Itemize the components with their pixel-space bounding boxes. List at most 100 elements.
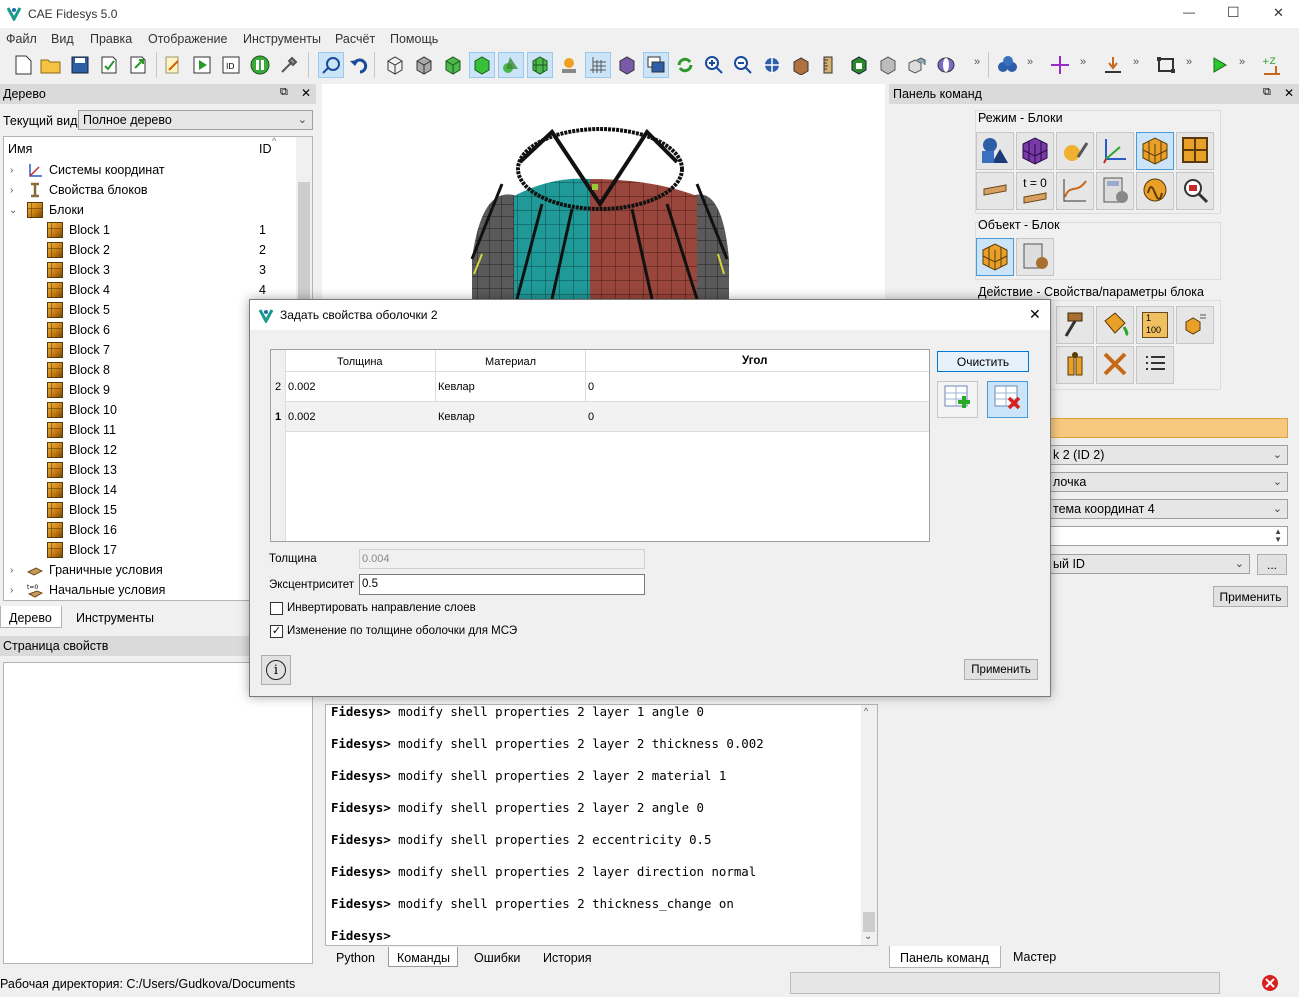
axes-grid-icon[interactable] bbox=[585, 52, 611, 78]
clear-button[interactable]: Очистить bbox=[937, 351, 1029, 372]
close-window-button[interactable]: ✕ bbox=[1273, 5, 1284, 21]
tree-item-block-props[interactable]: › Свойства блоков bbox=[0, 180, 296, 200]
tree-item-block[interactable]: Block 4 4 bbox=[0, 280, 296, 300]
new-file-icon[interactable] bbox=[10, 52, 36, 78]
tab-python[interactable]: Python bbox=[336, 951, 375, 965]
scroll-up-icon[interactable]: ^ bbox=[864, 706, 868, 716]
cluster-icon[interactable] bbox=[995, 52, 1021, 78]
cell-material[interactable]: Кевлар bbox=[438, 411, 475, 423]
tree-item-block[interactable]: Block 2 2 bbox=[0, 240, 296, 260]
action-paint-button[interactable] bbox=[1096, 306, 1134, 344]
tree-item-blocks[interactable]: ⌄ Блоки bbox=[0, 200, 296, 220]
perspective-icon[interactable] bbox=[614, 52, 640, 78]
run-script-icon[interactable] bbox=[189, 52, 215, 78]
copy-box-icon[interactable] bbox=[904, 52, 930, 78]
zoom-in-icon[interactable] bbox=[701, 52, 727, 78]
menu-edit[interactable]: Правка bbox=[90, 32, 132, 46]
scroll-down-icon[interactable]: ⌄ bbox=[864, 931, 872, 942]
expand-icon[interactable]: › bbox=[10, 185, 13, 196]
select-mode-icon[interactable] bbox=[318, 52, 344, 78]
info-button[interactable]: i bbox=[261, 655, 291, 685]
toolbar-overflow-6[interactable]: » bbox=[1239, 56, 1245, 68]
tree-header-id[interactable]: ID bbox=[259, 142, 272, 156]
close-panel-icon[interactable]: ✕ bbox=[1284, 86, 1294, 100]
id-icon[interactable]: ID bbox=[218, 52, 244, 78]
menu-help[interactable]: Помощь bbox=[390, 32, 438, 46]
mode-calc-button[interactable] bbox=[1096, 172, 1134, 210]
menu-calc[interactable]: Расчёт bbox=[335, 32, 375, 46]
tree-item-block[interactable]: Block 3 3 bbox=[0, 260, 296, 280]
expand-icon[interactable]: › bbox=[10, 565, 13, 576]
tree-item-block[interactable]: Block 1 1 bbox=[0, 220, 296, 240]
coord-select[interactable]: тема координат 4 ⌄ bbox=[1048, 499, 1288, 519]
mode-mesh-button[interactable] bbox=[1016, 132, 1054, 170]
delete-row-button[interactable] bbox=[987, 381, 1028, 418]
refresh-icon[interactable] bbox=[672, 52, 698, 78]
green-box-icon[interactable] bbox=[846, 52, 872, 78]
spinner-icon[interactable]: ▲ ▼ bbox=[1274, 528, 1282, 544]
ruler-icon[interactable] bbox=[817, 52, 843, 78]
dialog-close-button[interactable]: ✕ bbox=[1029, 306, 1041, 323]
tab-master[interactable]: Мастер bbox=[1013, 950, 1056, 964]
box-view-icon[interactable] bbox=[788, 52, 814, 78]
tools-icon[interactable] bbox=[276, 52, 302, 78]
console-scroll-thumb[interactable] bbox=[863, 912, 875, 932]
action-number-button[interactable]: 1 100 bbox=[1136, 306, 1174, 344]
save-as-icon[interactable] bbox=[96, 52, 122, 78]
mode-tools-button[interactable] bbox=[1056, 132, 1094, 170]
console-scrollbar[interactable] bbox=[861, 705, 877, 945]
fit-view-icon[interactable] bbox=[759, 52, 785, 78]
export-icon[interactable] bbox=[125, 52, 151, 78]
crosshair-icon[interactable] bbox=[1047, 52, 1073, 78]
lighting-icon[interactable] bbox=[556, 52, 582, 78]
hidden-line-icon[interactable] bbox=[411, 52, 437, 78]
axis-z-icon[interactable]: +Z bbox=[1259, 52, 1285, 78]
cell-thickness[interactable]: 0.002 bbox=[288, 381, 316, 393]
shaded-icon[interactable] bbox=[440, 52, 466, 78]
object-calc-button[interactable] bbox=[1016, 238, 1054, 276]
wireframe-icon[interactable] bbox=[382, 52, 408, 78]
invert-checkbox[interactable] bbox=[270, 602, 283, 615]
eccentricity-field[interactable] bbox=[359, 574, 645, 595]
tab-tools-label[interactable]: Инструменты bbox=[76, 611, 154, 625]
action-delete-button[interactable] bbox=[1096, 346, 1134, 384]
collapse-icon[interactable]: ⌄ bbox=[9, 205, 17, 216]
dots-button[interactable]: ... bbox=[1257, 554, 1287, 575]
edit-script-icon[interactable] bbox=[160, 52, 186, 78]
float-panel-icon[interactable]: ⧉ bbox=[280, 86, 288, 99]
action-props-button[interactable] bbox=[1056, 346, 1094, 384]
action-hammer-button[interactable] bbox=[1056, 306, 1094, 344]
object-block-button[interactable] bbox=[976, 238, 1014, 276]
maximize-button[interactable]: ☐ bbox=[1227, 4, 1240, 21]
table-row-selected[interactable] bbox=[286, 402, 929, 432]
stop-icon[interactable] bbox=[1261, 974, 1279, 992]
mesh-icon[interactable] bbox=[527, 52, 553, 78]
action-list-button[interactable] bbox=[1176, 306, 1214, 344]
thickness-change-label[interactable]: Изменение по толщине оболочки для МСЭ bbox=[287, 625, 517, 637]
mode-curve-button[interactable] bbox=[1056, 172, 1094, 210]
panel-apply-button[interactable]: Применить bbox=[1213, 586, 1288, 607]
mode-grid-button[interactable] bbox=[1176, 132, 1214, 170]
col-header-thickness[interactable]: Толщина bbox=[337, 356, 383, 368]
cell-angle[interactable]: 0 bbox=[588, 381, 594, 393]
toolbar-overflow-5[interactable]: » bbox=[1186, 56, 1192, 68]
cell-thickness[interactable]: 0.002 bbox=[288, 411, 316, 423]
col-header-angle[interactable]: Угол bbox=[742, 355, 767, 367]
view-select[interactable]: Полное дерево ⌄ bbox=[78, 110, 313, 130]
solid-icon[interactable] bbox=[469, 52, 495, 78]
float-panel-icon[interactable]: ⧉ bbox=[1263, 86, 1271, 99]
save-icon[interactable] bbox=[67, 52, 93, 78]
toolbar-overflow-4[interactable]: » bbox=[1133, 56, 1139, 68]
mode-beam-button[interactable] bbox=[976, 172, 1014, 210]
transparent-icon[interactable] bbox=[498, 52, 524, 78]
mode-inspect-button[interactable] bbox=[1176, 172, 1214, 210]
zoom-out-icon[interactable] bbox=[730, 52, 756, 78]
mode-geometry-button[interactable] bbox=[976, 132, 1014, 170]
tab-history[interactable]: История bbox=[543, 951, 591, 965]
table-row[interactable] bbox=[286, 372, 929, 402]
menu-file[interactable]: Файл bbox=[6, 32, 37, 46]
invert-label[interactable]: Инвертировать направление слоев bbox=[287, 602, 476, 614]
thickness-change-checkbox[interactable]: ✓ bbox=[270, 625, 283, 638]
col-header-material[interactable]: Материал bbox=[485, 356, 536, 368]
tree-scroll-thumb[interactable] bbox=[298, 182, 310, 302]
